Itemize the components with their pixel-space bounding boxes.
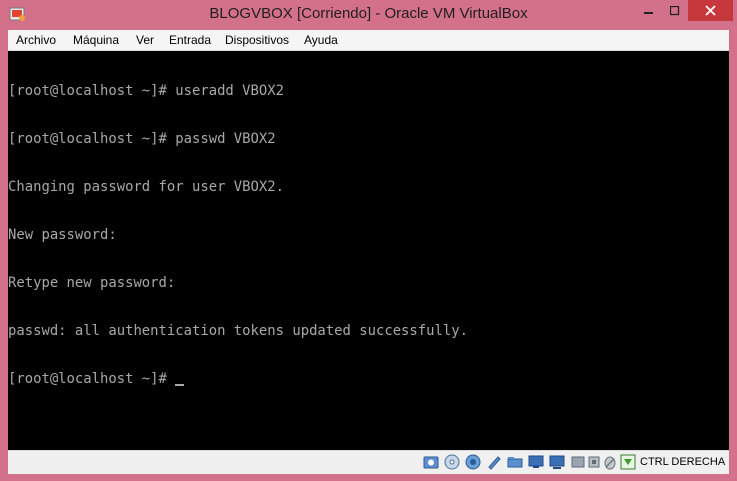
vm-screen[interactable]: [root@localhost ~]# useradd VBOX2 [root@…	[8, 51, 729, 450]
terminal-prompt: [root@localhost ~]#	[8, 371, 176, 387]
shared-folders-icon[interactable]	[528, 454, 544, 470]
terminal-line: passwd: all authentication tokens update…	[8, 323, 468, 339]
terminal-line: [root@localhost ~]# useradd VBOX2	[8, 83, 284, 99]
maximize-icon	[670, 5, 680, 15]
menu-bar: Archivo Máquina Ver Entrada Dispositivos…	[8, 30, 729, 51]
maximize-button[interactable]	[662, 0, 688, 21]
terminal-line: Changing password for user VBOX2.	[8, 179, 284, 195]
display-icon[interactable]	[549, 454, 565, 470]
terminal-line: New password:	[8, 227, 117, 243]
usb-icon[interactable]	[507, 454, 523, 470]
terminal-line: [root@localhost ~]# passwd VBOX2	[8, 131, 276, 147]
close-icon	[705, 5, 716, 16]
close-button[interactable]	[688, 0, 733, 21]
menu-ver[interactable]: Ver	[136, 33, 154, 47]
menu-entrada[interactable]: Entrada	[169, 33, 211, 47]
title-bar[interactable]: BLOGVBOX [Corriendo] - Oracle VM Virtual…	[0, 0, 737, 30]
mouse-integration-icon[interactable]	[602, 454, 618, 470]
optical-drive-icon[interactable]	[444, 454, 460, 470]
terminal-output: [root@localhost ~]# useradd VBOX2 [root@…	[8, 51, 468, 419]
status-bar: CTRL DERECHA	[8, 450, 729, 474]
hard-disk-icon[interactable]	[423, 454, 439, 470]
video-capture-icon[interactable]	[570, 454, 586, 470]
host-key-label: CTRL DERECHA	[640, 456, 726, 468]
menu-ayuda[interactable]: Ayuda	[304, 33, 338, 47]
terminal-prompt-line[interactable]: [root@localhost ~]#	[8, 371, 468, 387]
keyboard-capture-icon[interactable]	[620, 454, 636, 470]
menu-archivo[interactable]: Archivo	[16, 33, 56, 47]
minimize-button[interactable]	[635, 0, 662, 21]
menu-dispositivos[interactable]: Dispositivos	[225, 33, 289, 47]
audio-icon[interactable]	[465, 454, 481, 470]
menu-maquina[interactable]: Máquina	[73, 33, 119, 47]
window-title: BLOGVBOX [Corriendo] - Oracle VM Virtual…	[209, 5, 528, 22]
minimize-icon	[643, 11, 653, 14]
virtualbox-window: BLOGVBOX [Corriendo] - Oracle VM Virtual…	[0, 0, 737, 481]
cpu-icon[interactable]	[586, 454, 602, 470]
network-icon[interactable]	[486, 454, 502, 470]
terminal-line: Retype new password:	[8, 275, 176, 291]
text-cursor	[175, 384, 185, 386]
